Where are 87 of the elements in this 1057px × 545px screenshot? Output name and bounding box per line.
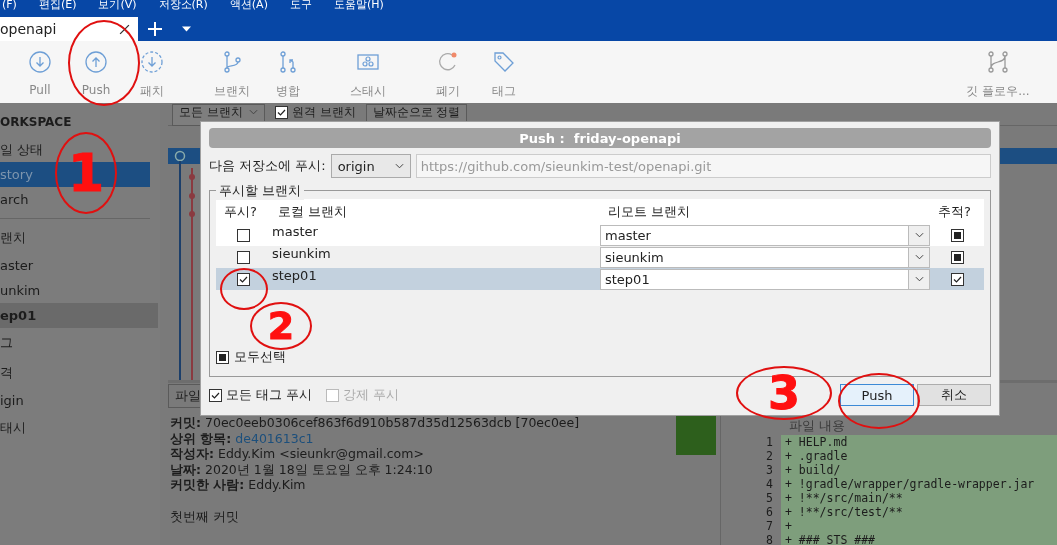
commit-detail: 작성자: Eddy.Kim <sieunkr@gmail.com>: [170, 446, 425, 462]
menu-item[interactable]: 도구: [289, 0, 312, 9]
gitflow-icon: [986, 50, 1010, 74]
remote-label: 다음 저장소에 푸시:: [209, 157, 326, 175]
remote-branch-combo[interactable]: step01: [600, 268, 930, 290]
chevron-down-icon: [394, 163, 404, 169]
toolbar-button[interactable]: 병합: [260, 41, 316, 103]
annotation-number: 1: [55, 132, 117, 214]
menu-item[interactable]: (F): [2, 0, 17, 9]
checkbox[interactable]: [950, 250, 964, 264]
line-number: 2: [765, 449, 774, 463]
checkbox-label: 모두선택: [234, 348, 286, 366]
tag-icon: [492, 50, 516, 74]
section-heading[interactable]: 격: [0, 358, 160, 388]
remote-branch-combo[interactable]: sieunkim: [600, 246, 930, 268]
plus-icon[interactable]: [148, 22, 162, 36]
section-heading[interactable]: 그: [0, 328, 160, 358]
annotation-circle: [220, 268, 268, 310]
close-icon[interactable]: [119, 23, 130, 35]
sidebar-item[interactable]: igin: [0, 388, 158, 413]
section-heading[interactable]: 태시: [0, 413, 160, 443]
commit-detail: 커밋한 사람: Eddy.Kim: [170, 477, 307, 493]
toolbar-button[interactable]: Push: [68, 41, 124, 103]
sidebar-item[interactable]: unkim: [0, 278, 158, 303]
menu-item[interactable]: 저장소(R): [158, 0, 208, 9]
file-content-header: 파일 내용: [788, 417, 847, 435]
annotation-number: 3: [736, 366, 832, 420]
dialog-title: Push : friday-openapi: [209, 128, 991, 148]
chevron-down-icon: [914, 276, 924, 282]
cancel-button[interactable]: 취소: [917, 384, 991, 406]
line-number: 5: [765, 491, 774, 505]
toolbar-button[interactable]: 스태시: [340, 41, 396, 103]
line-number: 1: [765, 435, 774, 449]
menu-item[interactable]: 액션(A): [229, 0, 268, 9]
local-branch-cell: master: [270, 224, 600, 246]
chevron-down-icon: [914, 254, 924, 260]
menu-item[interactable]: 도움말(H): [333, 0, 384, 9]
sidebar-item[interactable]: aster: [0, 253, 158, 278]
checkbox[interactable]: [950, 228, 964, 242]
chevron-down-icon: [914, 232, 924, 238]
commit-detail: 날짜: 2020년 1월 18일 토요일 오후 1:24:10: [170, 461, 434, 477]
column-header: 푸시?: [216, 199, 270, 224]
toolbar-button[interactable]: 태그: [476, 41, 532, 103]
annotation-number: 2: [250, 302, 312, 350]
line-number: 3: [765, 463, 774, 477]
section-heading: ORKSPACE: [0, 115, 73, 131]
checkbox-label: 모든 태그 푸시: [226, 386, 313, 404]
repository-tab[interactable]: openapi: [0, 17, 138, 41]
column-header: 추적?: [930, 199, 984, 224]
line-number: 4: [765, 477, 774, 491]
push-icon: [84, 50, 108, 74]
chevron-down-icon: [248, 109, 258, 115]
menu-item[interactable]: 보기(V): [98, 0, 137, 9]
push-button[interactable]: Push: [840, 384, 914, 406]
remote-select[interactable]: origin: [330, 154, 411, 178]
checkbox-label: 원격 브랜치: [291, 105, 356, 119]
group-label: 푸시할 브랜치: [216, 182, 305, 200]
checkbox[interactable]: [216, 350, 229, 364]
section-heading[interactable]: 랜치: [0, 223, 160, 253]
avatar-icon: [676, 415, 716, 455]
checkbox[interactable]: [950, 272, 964, 286]
toolbar-button[interactable]: Pull: [12, 41, 68, 103]
toolbar-button[interactable]: 브랜치: [204, 41, 260, 103]
line-number: 8: [765, 533, 774, 545]
url-field[interactable]: https://github.com/sieunkim-test/openapi.git: [415, 154, 991, 178]
checkbox[interactable]: [236, 272, 250, 286]
fetch-icon: [140, 50, 164, 74]
local-branch-cell: step01: [270, 268, 600, 290]
line-number: 6: [765, 505, 774, 519]
detail-label: 상위 항목:: [170, 430, 232, 446]
column-header: 리모트 브랜치: [600, 199, 930, 224]
column-header: 로컬 브랜치: [270, 199, 600, 224]
checkbox[interactable]: [236, 250, 250, 264]
checkbox[interactable]: [236, 228, 250, 242]
pull-icon: [28, 50, 52, 74]
commit-detail: 커밋: 70ec0eeb0306cef863f6d910b587d35d12563dcb [70ec0ee]: [170, 415, 581, 431]
checkbox[interactable]: [274, 105, 288, 119]
menu-item[interactable]: 편집(E): [38, 0, 77, 9]
checkbox[interactable]: [209, 388, 222, 402]
toolbar-button[interactable]: 패치: [124, 41, 180, 103]
sidebar-item[interactable]: ep01: [0, 303, 158, 328]
commit-message: 첫번째 커밋: [170, 508, 240, 524]
remote-branch-combo[interactable]: master: [600, 224, 930, 246]
toolbar-button[interactable]: 깃 플로우...: [963, 41, 1033, 103]
line-number: 7: [765, 519, 774, 533]
checkbox-label: 강제 푸시: [343, 386, 400, 404]
toolbar-button[interactable]: 폐기: [420, 41, 476, 103]
